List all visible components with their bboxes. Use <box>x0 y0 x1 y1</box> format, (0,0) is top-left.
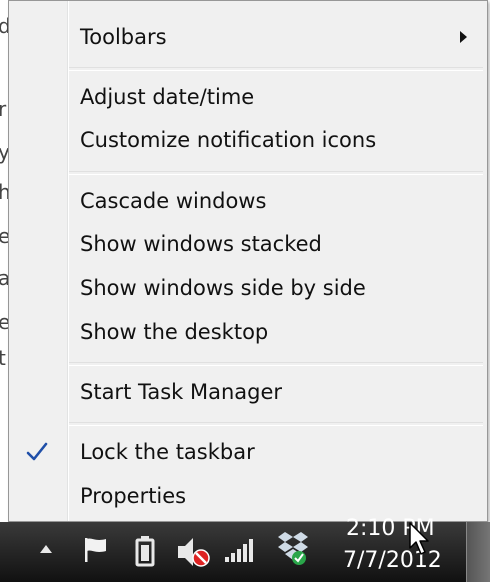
menu-item-start-task-manager[interactable]: Start Task Manager <box>11 372 485 412</box>
menu-item-label: Show the desktop <box>80 320 269 344</box>
menu-item-show-windows-side-by-side[interactable]: Show windows side by side <box>11 268 485 308</box>
submenu-arrow-icon <box>460 31 467 43</box>
menu-item-show-windows-stacked[interactable]: Show windows stacked <box>11 224 485 264</box>
menu-item-label: Start Task Manager <box>80 380 283 404</box>
bg-text-fragment: r <box>0 97 6 121</box>
menu-item-adjust-date-time[interactable]: Adjust date/time <box>11 77 485 117</box>
mouse-pointer-icon <box>409 522 429 555</box>
menu-separator <box>69 362 483 366</box>
menu-item-label: Customize notification icons <box>80 128 377 152</box>
dropbox-icon[interactable] <box>276 530 310 568</box>
menu-item-show-the-desktop[interactable]: Show the desktop <box>11 312 485 352</box>
menu-item-properties[interactable]: Properties <box>11 476 485 516</box>
action-center-flag-icon[interactable] <box>82 535 110 565</box>
battery-icon[interactable] <box>133 535 157 567</box>
taskbar-clock[interactable]: 2:10 PM 7/7/2012 <box>330 516 460 582</box>
taskbar-context-menu: Toolbars Adjust date/time Customize noti… <box>8 0 488 522</box>
menu-item-customize-notification-icons[interactable]: Customize notification icons <box>11 120 485 160</box>
menu-item-lock-the-taskbar[interactable]: Lock the taskbar <box>11 432 485 472</box>
show-desktop-button[interactable] <box>466 522 490 582</box>
show-hidden-icons-arrow-icon[interactable] <box>38 542 54 556</box>
menu-item-label: Lock the taskbar <box>80 440 255 464</box>
volume-muted-icon[interactable] <box>176 535 212 569</box>
menu-separator <box>69 67 483 71</box>
menu-item-label: Adjust date/time <box>80 85 255 109</box>
checkmark-icon <box>26 442 48 461</box>
menu-item-label: Toolbars <box>80 25 167 49</box>
menu-item-toolbars[interactable]: Toolbars <box>11 17 485 57</box>
menu-item-label: Cascade windows <box>80 189 267 213</box>
network-signal-icon[interactable] <box>224 538 256 564</box>
menu-item-label: Show windows stacked <box>80 232 322 256</box>
bg-text-fragment: t <box>0 346 6 370</box>
menu-separator <box>69 171 483 175</box>
menu-item-label: Show windows side by side <box>80 276 366 300</box>
menu-item-label: Properties <box>80 484 187 508</box>
menu-item-cascade-windows[interactable]: Cascade windows <box>11 181 485 221</box>
menu-separator <box>69 422 483 426</box>
